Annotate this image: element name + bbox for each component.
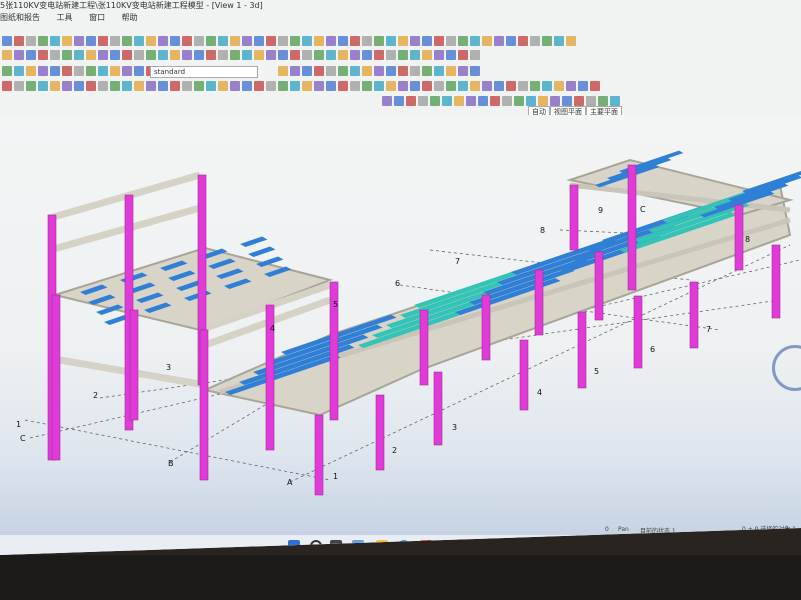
grid-label-7-mid: 7 [455,257,460,266]
grid-label-B: B [168,459,174,468]
structural-column [481,294,491,361]
monitor-screen: 5张110KV变电站新建工程\张110KV变电站新建工程模型 - [View 1… [0,0,801,560]
grid-label-9-mid: 9 [598,206,603,215]
structural-column [633,295,643,369]
slab-panel [248,246,276,257]
status-selection: 0 + 0 选择的对象 1 [742,526,797,533]
app-icon-blue[interactable] [464,540,476,552]
taskbar: 37°C CPU [0,535,801,555]
status-mode: 目前的状态 1 [640,528,676,535]
grid-label-3-front: 3 [452,423,457,432]
grid-label-A: A [287,478,293,487]
grid-label-2-front: 2 [392,446,397,455]
structural-column [577,311,587,389]
grid-label-C: C [20,434,26,443]
structural-column [519,339,529,411]
structural-column [569,184,579,251]
cpu-temp: 37°C [676,536,691,543]
grid-label-4-front: 4 [537,388,542,397]
structural-column [627,164,637,291]
app-icon-red[interactable] [420,540,432,552]
status-zero: 0 [605,526,609,533]
structure-model[interactable]: C B A 1 2 3 4 5 6 7 8 9 1 2 3 4 5 6 7 8 … [0,0,801,560]
structural-column [433,371,443,446]
grid-label-6-front: 6 [650,345,655,354]
grid-label-4-mid: 4 [270,324,275,333]
app-icon-green[interactable] [442,540,454,552]
grid-label-C-right: C [640,205,646,214]
structural-column [199,329,209,481]
structural-column [375,394,385,471]
file-explorer-icon[interactable] [376,540,388,552]
grid-label-5-front: 5 [594,367,599,376]
structural-column [771,244,781,319]
grid-label-8-mid: 8 [540,226,545,235]
structural-column [734,204,744,271]
status-pan: Pan [618,526,629,533]
grid-label-1-left: 1 [16,420,21,429]
structural-column [51,294,61,461]
grid-label-8-front: 8 [745,235,750,244]
structural-column [534,269,544,336]
wps-icon[interactable] [507,540,519,552]
system-tray-icons[interactable] [705,541,775,549]
grid-label-7-front: 7 [706,325,711,334]
task-view-icon[interactable] [330,540,342,552]
widgets-icon[interactable] [352,540,364,552]
grid-label-1-front: 1 [333,472,338,481]
slab-panel [240,236,268,247]
windows-start-icon[interactable] [288,540,300,552]
cpu-label: CPU [680,544,693,551]
structural-column [594,251,604,321]
monitor-bezel [0,555,801,600]
structural-column [314,414,324,496]
grid-label-5-mid: 5 [333,300,338,309]
grid-label-2-left: 2 [93,391,98,400]
grid-label-3-left: 3 [166,363,171,372]
search-icon[interactable] [310,540,322,552]
wechat-icon[interactable] [485,540,497,552]
status-bar: 0 Pan 目前的状态 1 0 + 0 选择的对象 1 [0,522,801,535]
structural-column [419,309,429,386]
structural-column [129,309,139,421]
structural-column [689,281,699,349]
grid-label-6-mid: 6 [395,279,400,288]
edge-browser-icon[interactable] [398,540,410,552]
